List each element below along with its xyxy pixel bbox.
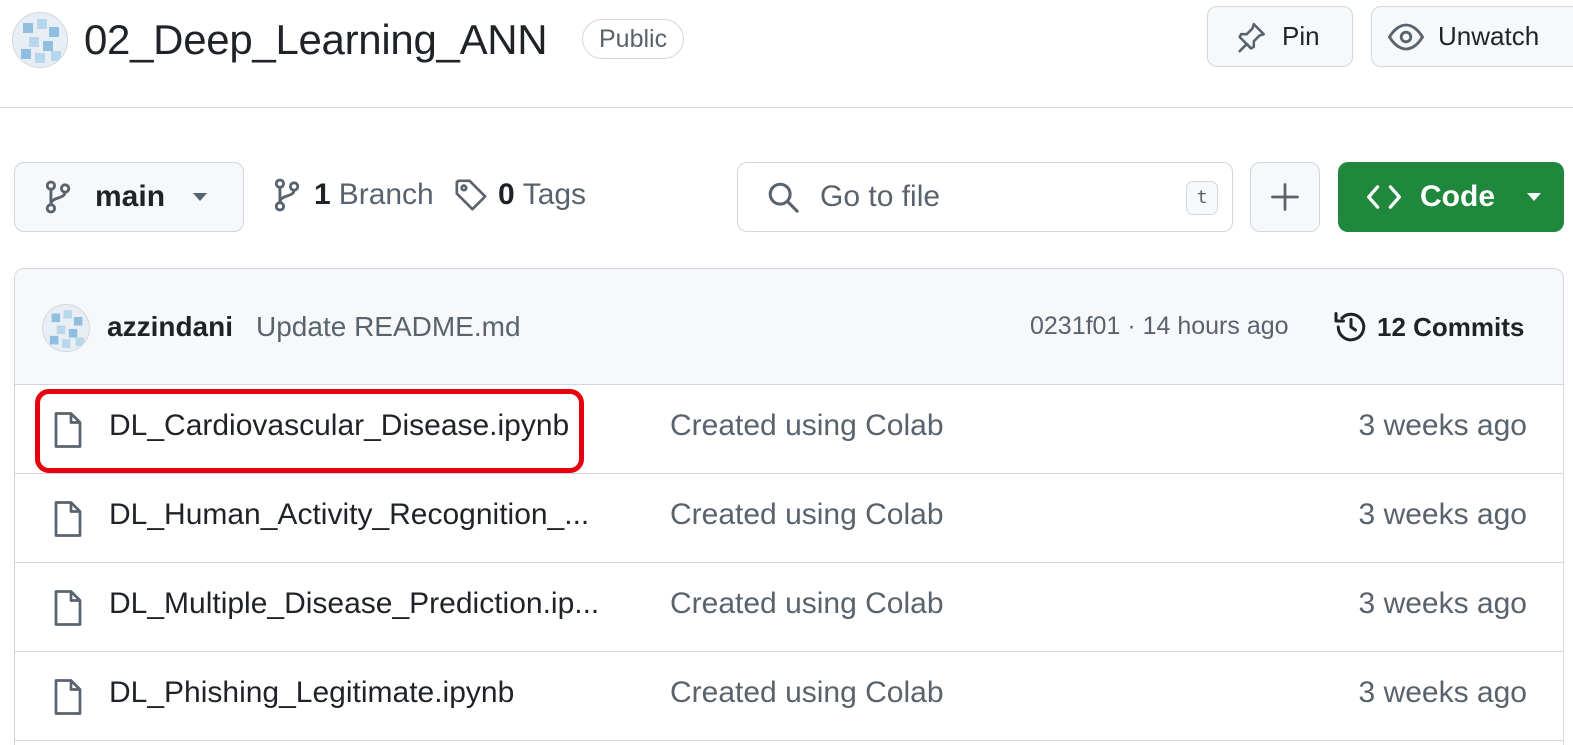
file-row[interactable]: DL_Human_Activity_Recognition_... Create… xyxy=(15,474,1563,563)
owner-avatar[interactable] xyxy=(12,12,68,68)
file-commit-message[interactable]: Created using Colab xyxy=(670,587,944,621)
branch-name: main xyxy=(95,180,166,213)
branches-label: Branch xyxy=(338,178,434,211)
file-icon xyxy=(54,412,82,448)
file-commit-message[interactable]: Created using Colab xyxy=(670,676,944,710)
search-placeholder: Go to file xyxy=(820,180,941,213)
file-row[interactable]: DL_Cardiovascular_Disease.ipynb Created … xyxy=(15,385,1563,474)
keyboard-shortcut-hint: t xyxy=(1186,181,1218,215)
branch-selector[interactable]: main xyxy=(14,162,244,232)
unwatch-label: Unwatch xyxy=(1438,21,1540,51)
tag-icon xyxy=(455,179,487,211)
file-name[interactable]: DL_Multiple_Disease_Prediction.ip... xyxy=(109,587,599,621)
commit-sha-time[interactable]: 0231f01 · 14 hours ago xyxy=(1030,312,1289,341)
file-icon xyxy=(54,501,82,537)
history-icon xyxy=(1334,312,1366,342)
file-name[interactable]: DL_Phishing_Legitimate.ipynb xyxy=(109,676,514,710)
file-row[interactable]: DL_Phishing_Legitimate.ipynb Created usi… xyxy=(15,652,1563,741)
add-file-button[interactable] xyxy=(1250,162,1320,232)
git-branch-icon xyxy=(274,178,300,212)
commit-message[interactable]: Update README.md xyxy=(256,311,521,343)
git-branch-icon xyxy=(45,180,71,214)
commits-history-link[interactable]: 12 Commits xyxy=(1333,309,1524,345)
file-name[interactable]: DL_Cardiovascular_Disease.ipynb xyxy=(109,409,569,443)
search-icon xyxy=(768,182,799,213)
tags-link[interactable]: 0 Tags xyxy=(454,178,586,212)
file-row[interactable]: DL_Multiple_Disease_Prediction.ip... Cre… xyxy=(15,563,1563,652)
file-commit-message[interactable]: Created using Colab xyxy=(670,498,944,532)
code-label: Code xyxy=(1420,180,1495,213)
unwatch-button[interactable]: Unwatch xyxy=(1371,6,1573,67)
file-icon xyxy=(54,590,82,626)
eye-icon xyxy=(1388,23,1424,50)
commits-label: 12 Commits xyxy=(1377,311,1525,342)
repo-name[interactable]: 02_Deep_Learning_ANN xyxy=(84,14,548,66)
file-commit-date: 3 weeks ago xyxy=(1358,498,1527,531)
file-icon xyxy=(54,679,82,715)
latest-commit-bar: azzindani Update README.md 0231f01 · 14 … xyxy=(15,269,1563,385)
file-commit-date: 3 weeks ago xyxy=(1358,676,1527,709)
tags-label: Tags xyxy=(522,178,587,211)
file-commit-date: 3 weeks ago xyxy=(1358,409,1527,442)
plus-icon xyxy=(1271,183,1299,211)
visibility-badge: Public xyxy=(582,19,685,59)
commit-author-avatar[interactable] xyxy=(42,304,90,352)
code-button[interactable]: Code xyxy=(1338,162,1564,232)
tags-count: 0 xyxy=(498,178,515,211)
go-to-file-input[interactable]: Go to file t xyxy=(737,162,1233,232)
chevron-down-icon xyxy=(193,193,208,201)
repo-header: 02_Deep_Learning_ANN Public Pin Unwatch xyxy=(0,0,1573,108)
file-name[interactable]: DL_Human_Activity_Recognition_... xyxy=(109,498,589,532)
file-commit-message[interactable]: Created using Colab xyxy=(670,409,944,443)
file-commit-date: 3 weeks ago xyxy=(1358,587,1527,620)
code-icon xyxy=(1367,185,1401,209)
branches-link[interactable]: 1 Branch xyxy=(272,178,434,212)
chevron-down-icon xyxy=(1527,193,1541,201)
commit-author[interactable]: azzindani xyxy=(107,311,233,343)
file-table: azzindani Update README.md 0231f01 · 14 … xyxy=(14,268,1564,745)
branches-count: 1 xyxy=(314,178,331,211)
pin-icon xyxy=(1238,22,1266,52)
pin-label: Pin xyxy=(1282,21,1320,51)
pin-button[interactable]: Pin xyxy=(1207,6,1353,67)
